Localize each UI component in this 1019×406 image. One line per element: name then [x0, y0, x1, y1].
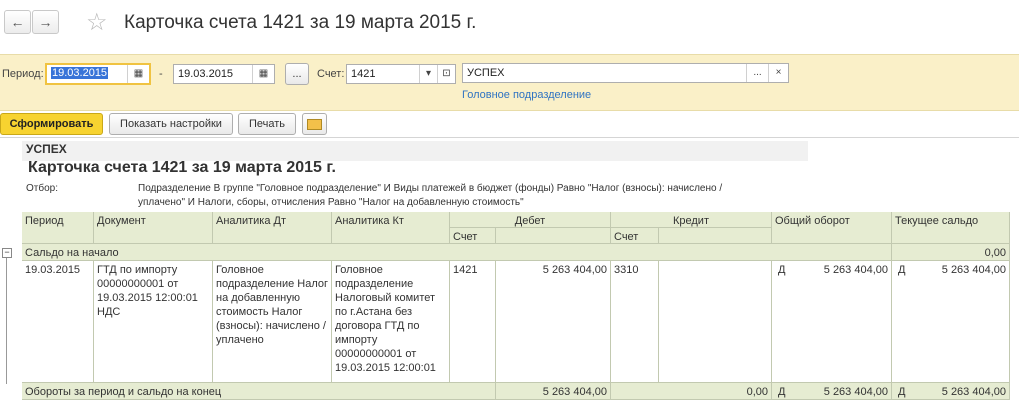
row-turnover-side: Д	[778, 264, 786, 276]
account-field[interactable]: 1421 ▾ ⊡	[346, 64, 456, 84]
col-debit: Дебет	[450, 212, 611, 228]
report-spreadsheet[interactable]: УСПЕХ Карточка счета 1421 за 19 марта 20…	[0, 137, 1019, 406]
col-debit-sum	[496, 228, 611, 244]
forward-button[interactable]: →	[32, 10, 59, 34]
opening-balance-value: 0,00	[892, 244, 1010, 261]
open-icon[interactable]: ⊡	[437, 65, 455, 83]
date-from-value: 19.03.2015	[51, 67, 109, 79]
group-line	[6, 258, 7, 384]
row-analytic-dt: Головное подразделение Налог на добавлен…	[213, 261, 332, 383]
envelope-icon	[307, 118, 322, 130]
account-value: 1421	[351, 68, 376, 80]
organization-value: УСПЕХ	[467, 67, 505, 79]
totals-debit: 5 263 404,00	[496, 383, 611, 400]
calendar-icon[interactable]: ▦	[252, 65, 274, 83]
col-period: Период	[22, 212, 94, 244]
arrow-right-icon: →	[38, 14, 53, 30]
row-balance-sum: 5 263 404,00	[941, 264, 1006, 276]
col-credit-sum	[659, 228, 772, 244]
col-credit: Кредит	[611, 212, 772, 228]
report-heading: Карточка счета 1421 за 19 марта 2015 г.	[28, 159, 336, 176]
calendar-icon[interactable]: ▦	[127, 65, 149, 83]
row-balance: Д 5 263 404,00	[892, 261, 1010, 383]
filter-text-line2: уплачено" И Налоги, сборы, отчисления Ра…	[138, 197, 524, 208]
report-org: УСПЕХ	[26, 142, 67, 156]
date-from-field[interactable]: 19.03.2015 ▦	[45, 63, 151, 85]
col-analytic-kt: Аналитика Кт	[332, 212, 450, 244]
totals-balance-side: Д	[898, 386, 906, 398]
page-title: Карточка счета 1421 за 19 марта 2015 г.	[124, 12, 477, 33]
arrow-left-icon: ←	[10, 14, 25, 30]
period-select-button[interactable]: ...	[285, 63, 309, 85]
report-header-band	[22, 141, 808, 161]
generate-button[interactable]: Сформировать	[0, 113, 103, 135]
subdivision-link[interactable]: Головное подразделение	[462, 89, 591, 101]
totals-turnover-side: Д	[778, 386, 786, 398]
print-button[interactable]: Печать	[238, 113, 296, 135]
col-credit-account: Счет	[611, 228, 659, 244]
collapse-icon[interactable]: −	[2, 248, 12, 258]
col-debit-account: Счет	[450, 228, 496, 244]
totals-label: Обороты за период и сальдо на конец	[22, 383, 496, 400]
col-analytic-dt: Аналитика Дт	[213, 212, 332, 244]
org-select-button[interactable]: ...	[746, 64, 768, 82]
row-turnover: Д 5 263 404,00	[772, 261, 892, 383]
row-period: 19.03.2015	[22, 261, 94, 383]
totals-turnover: Д 5 263 404,00	[772, 383, 892, 400]
row-analytic-kt: Головное подразделение Налоговый комитет…	[332, 261, 450, 383]
period-label: Период:	[2, 68, 44, 80]
period-dash: -	[159, 68, 163, 80]
organization-field[interactable]: УСПЕХ ... ×	[462, 63, 789, 83]
back-button[interactable]: ←	[4, 10, 31, 34]
star-icon[interactable]: ☆	[86, 8, 108, 37]
show-settings-button[interactable]: Показать настройки	[109, 113, 233, 135]
row-credit-account: 3310	[611, 261, 659, 383]
col-turnover: Общий оборот	[772, 212, 892, 244]
row-debit-account: 1421	[450, 261, 496, 383]
totals-balance-sum: 5 263 404,00	[941, 386, 1006, 398]
row-turnover-sum: 5 263 404,00	[823, 264, 888, 276]
col-document: Документ	[94, 212, 213, 244]
date-to-field[interactable]: 19.03.2015 ▦	[173, 64, 275, 84]
chevron-down-icon[interactable]: ▾	[419, 65, 437, 83]
row-debit-sum: 5 263 404,00	[496, 261, 611, 383]
filter-panel: Период: 19.03.2015 ▦ - 19.03.2015 ▦ ... …	[0, 54, 1019, 111]
filter-text-line1: Подразделение В группе "Головное подразд…	[138, 183, 723, 194]
row-document[interactable]: ГТД по импорту 00000000001 от 19.03.2015…	[94, 261, 213, 383]
totals-balance: Д 5 263 404,00	[892, 383, 1010, 400]
totals-credit: 0,00	[611, 383, 772, 400]
send-email-button[interactable]	[302, 113, 327, 135]
row-credit-sum	[659, 261, 772, 383]
totals-turnover-sum: 5 263 404,00	[823, 386, 888, 398]
clear-icon[interactable]: ×	[768, 64, 788, 82]
account-label: Счет:	[317, 68, 345, 80]
filter-label: Отбор:	[26, 183, 58, 194]
date-to-value: 19.03.2015	[178, 68, 234, 80]
col-balance: Текущее сальдо	[892, 212, 1010, 244]
opening-balance-label: Сальдо на начало	[22, 244, 892, 261]
row-balance-side: Д	[898, 264, 906, 276]
